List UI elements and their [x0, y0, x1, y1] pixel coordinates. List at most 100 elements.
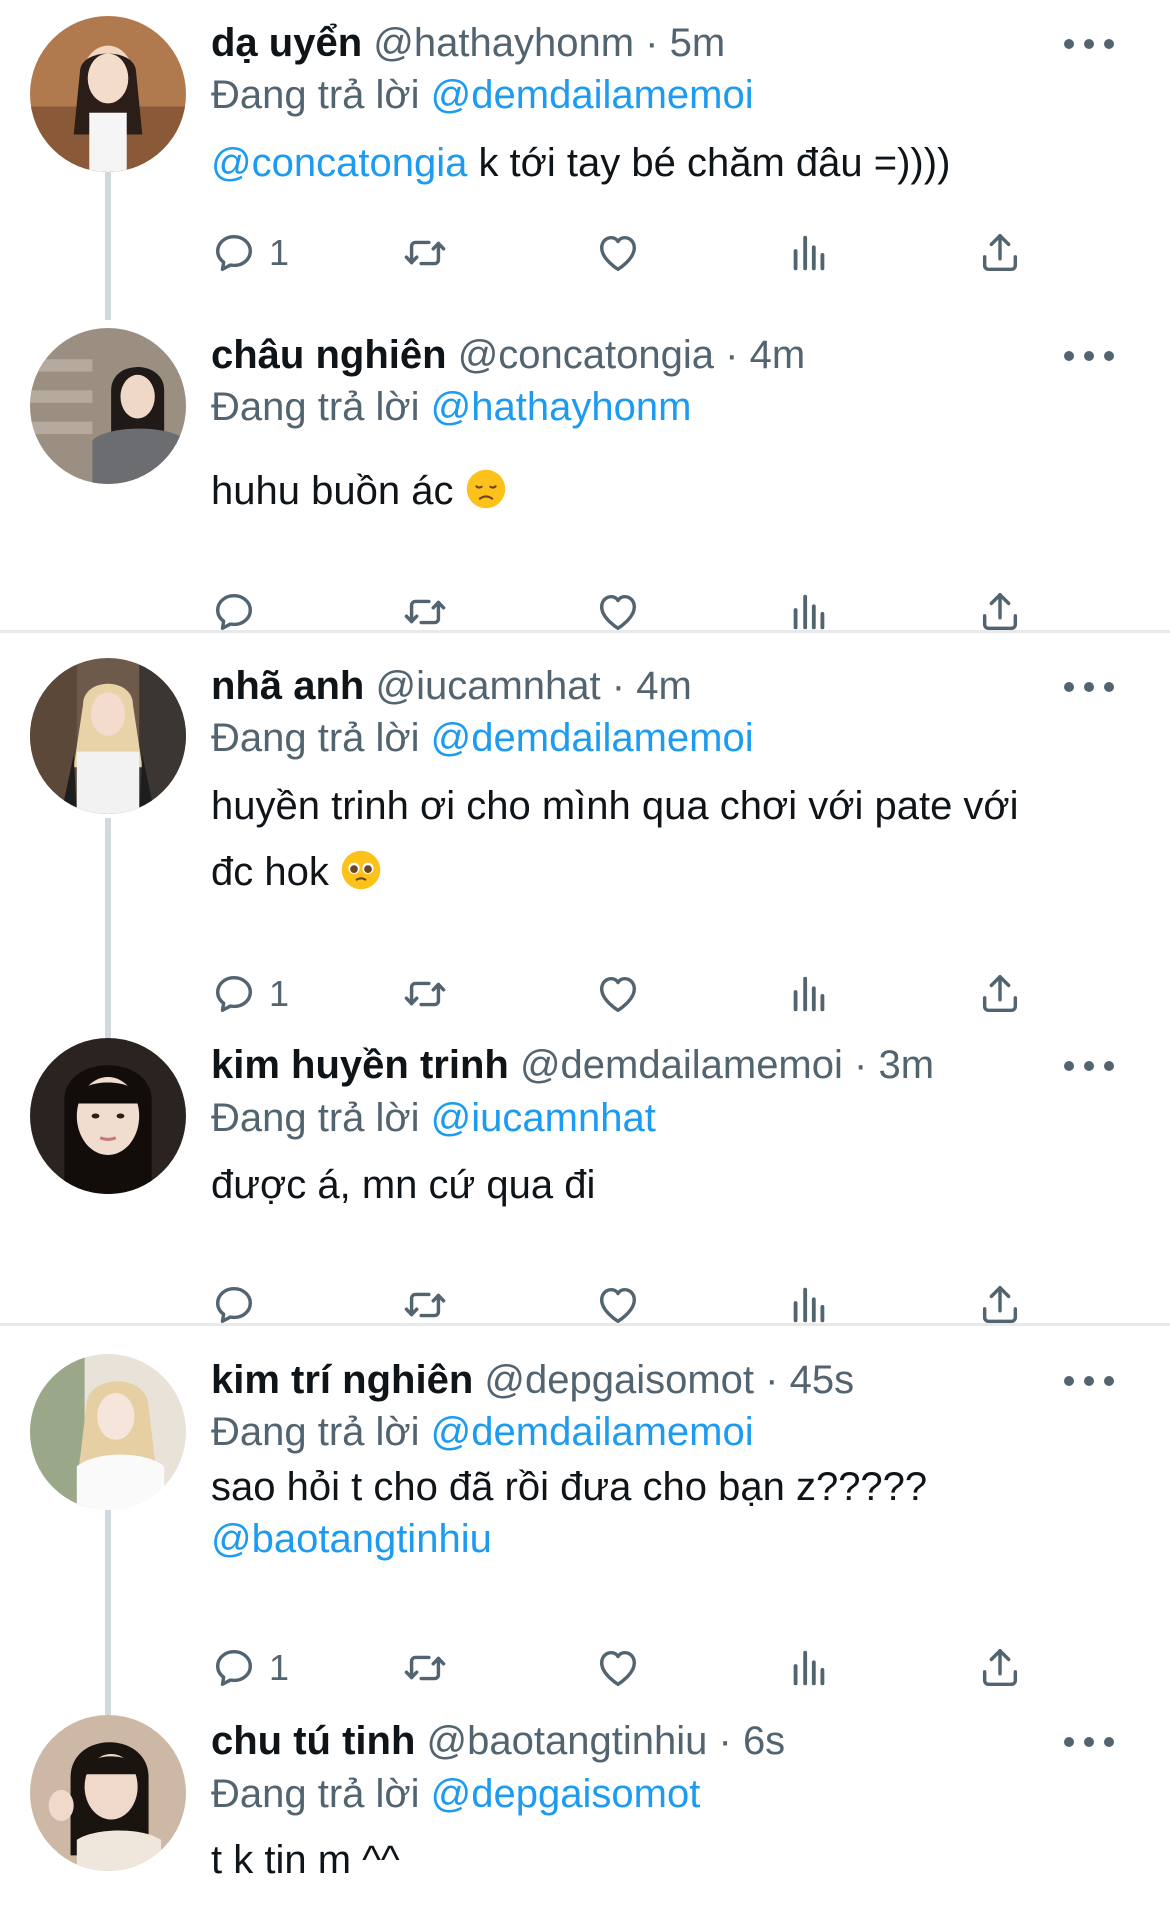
replying-to: Đang trả lời @demdailamemoi [211, 69, 754, 121]
tweet-header: kim trí nghiên @depgaisomot · 45s [211, 1354, 1050, 1406]
heart-icon [595, 971, 641, 1017]
display-name[interactable]: kim huyền trinh [211, 1043, 509, 1087]
more-icon[interactable] [1064, 1366, 1114, 1396]
more-icon[interactable] [1064, 1051, 1114, 1081]
tweet[interactable]: chu tú tinh @baotangtinhiu · 6s Đang trả… [0, 1715, 1170, 1911]
replying-mention[interactable]: @demdailamemoi [431, 1410, 754, 1454]
replying-label: Đang trả lời [211, 716, 420, 760]
timestamp[interactable]: 4m [636, 664, 692, 708]
reply-icon [211, 230, 257, 276]
avatar[interactable] [30, 1715, 186, 1871]
share-button[interactable] [977, 964, 1023, 1024]
replying-to: Đang trả lời @demdailamemoi [211, 712, 754, 764]
tweet-text: huyền trinh ơi cho mình qua chơi với pat… [211, 773, 1110, 905]
separator-dot: · [765, 1358, 779, 1402]
share-icon [977, 1645, 1023, 1691]
display-name[interactable]: chu tú tinh [211, 1719, 415, 1763]
separator-dot: · [718, 1719, 732, 1763]
share-icon [977, 971, 1023, 1017]
display-name[interactable]: dạ uyển [211, 21, 362, 65]
timestamp[interactable]: 4m [750, 333, 806, 377]
timestamp[interactable]: 6s [743, 1719, 785, 1763]
retweet-icon [402, 1282, 448, 1328]
analytics-icon [786, 589, 832, 635]
tweet-header: nhã anh @iucamnhat · 4m [211, 660, 1050, 712]
retweet-button[interactable] [402, 223, 448, 283]
retweet-button[interactable] [402, 1638, 448, 1698]
reply-button[interactable]: 1 [211, 1638, 289, 1698]
reply-button[interactable]: 1 [211, 964, 289, 1024]
views-button[interactable] [786, 223, 832, 283]
share-button[interactable] [977, 223, 1023, 283]
retweet-icon [402, 971, 448, 1017]
avatar[interactable] [30, 1354, 186, 1510]
replying-mention[interactable]: @demdailamemoi [431, 716, 754, 760]
disappointed-face-emoji [466, 469, 505, 509]
retweet-icon [402, 1645, 448, 1691]
tweet[interactable]: nhã anh @iucamnhat · 4m Đang trả lời @de… [0, 633, 1170, 1038]
user-handle[interactable]: @depgaisomot [484, 1358, 754, 1402]
user-handle[interactable]: @concatongia [458, 333, 714, 377]
tweet-header: chu tú tinh @baotangtinhiu · 6s [211, 1715, 1050, 1767]
reply-button[interactable]: 1 [211, 223, 289, 283]
avatar[interactable] [30, 1038, 186, 1194]
timestamp[interactable]: 45s [790, 1358, 855, 1402]
mention-link[interactable]: @concatongia [211, 141, 467, 185]
retweet-button[interactable] [402, 964, 448, 1024]
analytics-icon [786, 1282, 832, 1328]
tweet[interactable]: kim huyền trinh @demdailamemoi · 3m Đang… [0, 1038, 1170, 1325]
views-button[interactable] [786, 964, 832, 1024]
tweet-text: t k tin m ^^ [211, 1827, 1110, 1893]
reply-icon [211, 971, 257, 1017]
separator-dot: · [854, 1043, 868, 1087]
tweet-text-content: được á, mn cứ qua đi [211, 1163, 596, 1207]
more-icon[interactable] [1064, 341, 1114, 371]
share-icon [977, 589, 1023, 635]
replying-label: Đang trả lời [211, 385, 420, 429]
display-name[interactable]: kim trí nghiên [211, 1358, 473, 1402]
replying-mention[interactable]: @demdailamemoi [431, 73, 754, 117]
avatar[interactable] [30, 328, 186, 484]
avatar[interactable] [30, 16, 186, 172]
tweet-header: châu nghiên @concatongia · 4m [211, 329, 1050, 381]
pleading-face-emoji [341, 850, 381, 890]
like-button[interactable] [595, 223, 641, 283]
like-button[interactable] [595, 1638, 641, 1698]
more-icon[interactable] [1064, 672, 1114, 702]
user-handle[interactable]: @demdailamemoi [520, 1043, 843, 1087]
separator-dot: · [611, 664, 626, 708]
reply-count: 1 [269, 1647, 290, 1688]
replying-to: Đang trả lời @depgaisomot [211, 1768, 700, 1820]
replying-to: Đang trả lời @hathayhonm [211, 381, 691, 433]
timestamp[interactable]: 5m [670, 21, 726, 65]
timestamp[interactable]: 3m [878, 1043, 934, 1087]
more-icon[interactable] [1064, 1727, 1114, 1757]
user-handle[interactable]: @baotangtinhiu [427, 1719, 708, 1763]
user-handle[interactable]: @iucamnhat [375, 664, 600, 708]
avatar[interactable] [30, 658, 186, 814]
more-icon[interactable] [1064, 29, 1114, 59]
replying-mention[interactable]: @iucamnhat [431, 1096, 656, 1140]
share-button[interactable] [977, 1638, 1023, 1698]
heart-icon [595, 1282, 641, 1328]
tweet-header: dạ uyển @hathayhonm · 5m [211, 17, 1050, 69]
views-button[interactable] [786, 1638, 832, 1698]
tweet[interactable]: dạ uyển @hathayhonm · 5m Đang trả lời @d… [0, 0, 1170, 320]
tweet[interactable]: kim trí nghiên @depgaisomot · 45s Đang t… [0, 1326, 1170, 1715]
like-button[interactable] [595, 964, 641, 1024]
tweet-text-content-2: đc hok [211, 850, 329, 894]
display-name[interactable]: nhã anh [211, 664, 364, 708]
mention-link[interactable]: @baotangtinhiu [211, 1513, 1110, 1565]
replying-to: Đang trả lời @demdailamemoi [211, 1406, 754, 1458]
user-handle[interactable]: @hathayhonm [373, 21, 634, 65]
replying-label: Đang trả lời [211, 1096, 420, 1140]
heart-icon [595, 230, 641, 276]
tweet[interactable]: châu nghiên @concatongia · 4m Đang trả l… [0, 320, 1170, 632]
reply-icon [211, 1282, 257, 1328]
replying-mention[interactable]: @depgaisomot [431, 1772, 701, 1816]
display-name[interactable]: châu nghiên [211, 333, 447, 377]
share-icon [977, 230, 1023, 276]
replying-mention[interactable]: @hathayhonm [431, 385, 692, 429]
heart-icon [595, 589, 641, 635]
tweet-text-content: huyền trinh ơi cho mình qua chơi với pat… [211, 784, 1019, 828]
